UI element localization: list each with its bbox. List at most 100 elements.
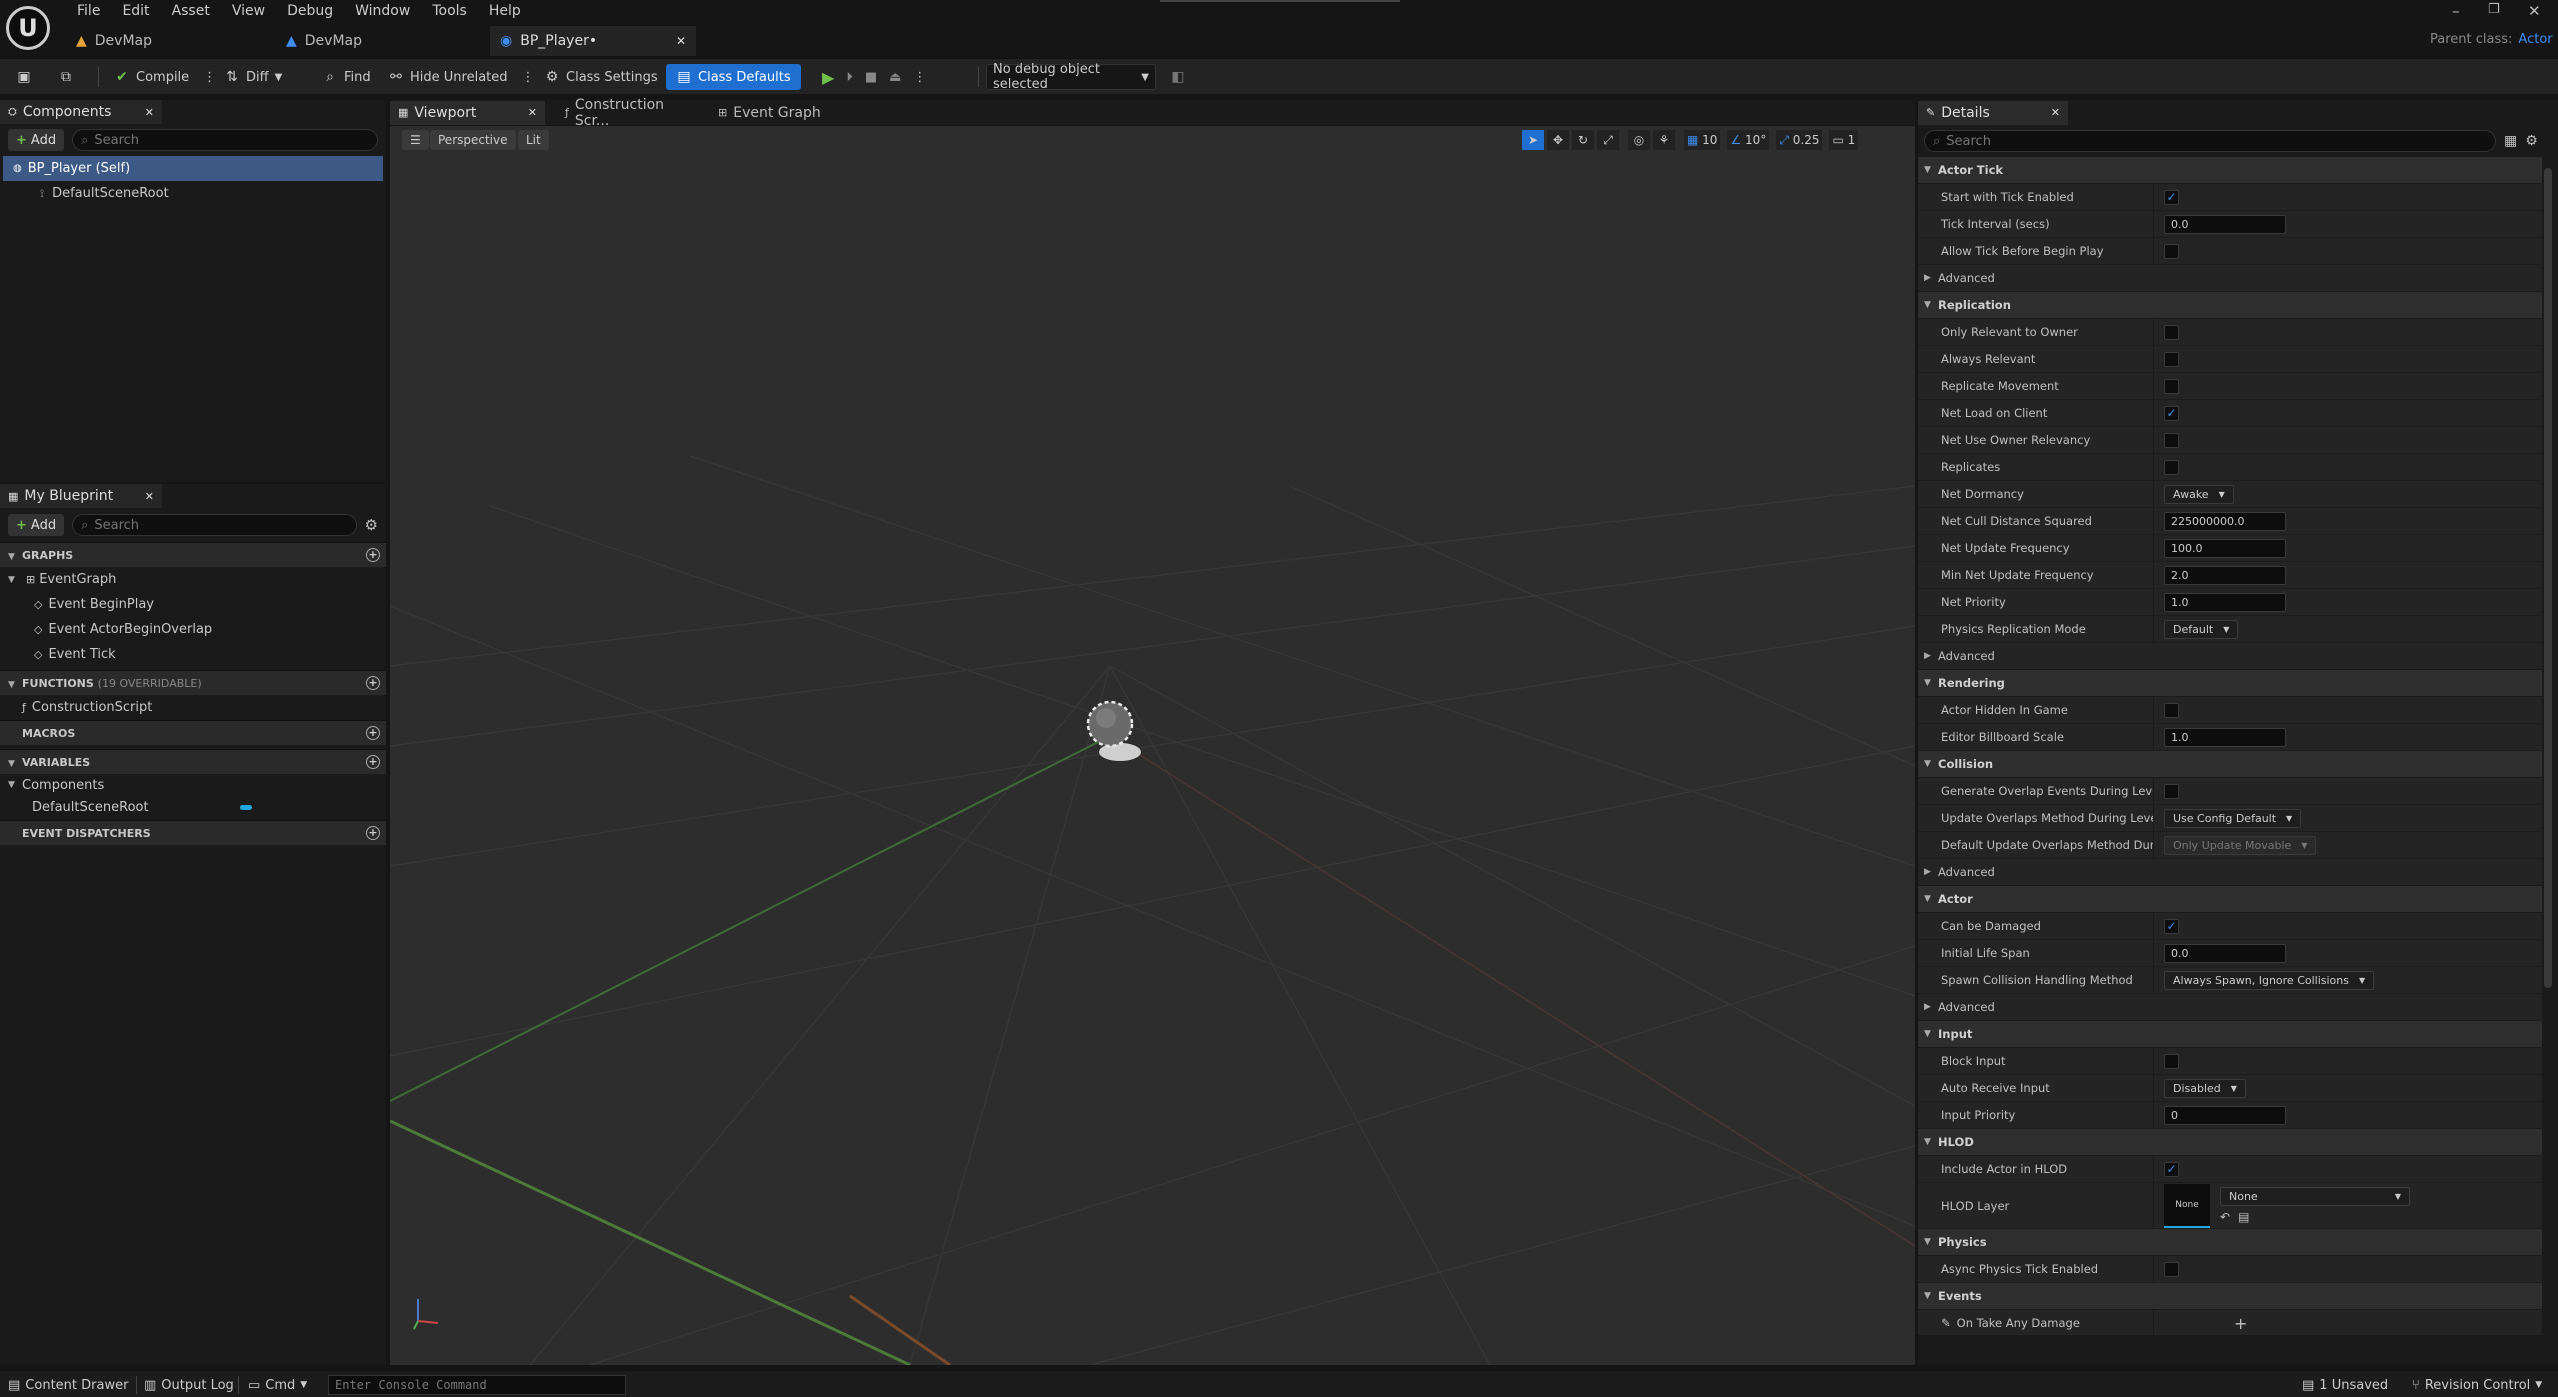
hide-options-icon[interactable]: ⋮ <box>522 70 535 85</box>
add-event-icon[interactable]: + <box>2234 1314 2247 1333</box>
category-events[interactable]: ▼ Events <box>1918 1283 2542 1310</box>
translate-tool-icon[interactable]: ✥ <box>1547 130 1569 150</box>
property-dropdown[interactable]: Always Spawn, Ignore Collisions ▼ <box>2164 970 2375 990</box>
play-icon[interactable]: ▶ <box>822 68 834 87</box>
menu-view[interactable]: View <box>221 0 276 22</box>
scale-snap-toggle[interactable]: ⤢ 0.25 <box>1776 130 1823 150</box>
viewport-menu-button[interactable]: ☰ <box>402 130 429 150</box>
property-checkbox[interactable] <box>2164 1053 2179 1069</box>
hlod-layer-dropdown[interactable]: None ▼ <box>2220 1187 2410 1206</box>
category-physics[interactable]: ▼ Physics <box>1918 1229 2542 1256</box>
variable-item[interactable]: DefaultSceneRoot <box>0 796 386 818</box>
console-input-wrap[interactable] <box>328 1375 626 1395</box>
step-icon[interactable]: ⏵ <box>846 70 853 85</box>
rotate-tool-icon[interactable]: ↻ <box>1572 130 1594 150</box>
component-item-root[interactable]: ⟟ DefaultSceneRoot <box>0 181 386 206</box>
debug-filter-button[interactable]: ◧ <box>1164 64 1192 90</box>
property-checkbox[interactable] <box>2164 432 2179 448</box>
property-dropdown[interactable]: Use Config Default ▼ <box>2164 808 2302 828</box>
menu-tools[interactable]: Tools <box>421 0 478 22</box>
menu-asset[interactable]: Asset <box>161 0 221 22</box>
property-dropdown[interactable]: Awake ▼ <box>2164 484 2234 504</box>
event-item[interactable]: ◇ Event BeginPlay <box>0 592 386 617</box>
details-search[interactable]: ⌕ <box>1924 130 2496 152</box>
property-number-input[interactable]: 0 <box>2164 1105 2286 1125</box>
property-number-input[interactable]: 1.0 <box>2164 592 2286 612</box>
menu-window[interactable]: Window <box>344 0 421 22</box>
doc-tab-bp-player[interactable]: ◉ BP_Player• ✕ <box>490 26 696 56</box>
viewport[interactable]: ☰ Perspective Lit ➤ ✥ ↻ ⤢ ◎ ⚘ ▦ 10 ∠ 10°… <box>390 126 1915 1365</box>
details-scrollbar[interactable] <box>2544 168 2552 988</box>
perspective-button[interactable]: Perspective <box>430 130 516 150</box>
diff-button[interactable]: ⇅ Diff ▼ <box>218 64 288 90</box>
advanced-toggle-actor[interactable]: ▶ Advanced <box>1918 994 2542 1021</box>
category-actor[interactable]: ▼ Actor <box>1918 886 2542 913</box>
advanced-toggle-actor-tick[interactable]: ▶ Advanced <box>1918 265 2542 292</box>
my-blueprint-search-input[interactable] <box>94 517 348 533</box>
close-icon[interactable]: ✕ <box>145 490 154 503</box>
parent-class-link[interactable]: Actor <box>2518 32 2552 47</box>
advanced-toggle-replication[interactable]: ▶ Advanced <box>1918 643 2542 670</box>
close-icon[interactable]: ✕ <box>145 106 154 119</box>
tab-viewport[interactable]: ▦ Viewport ✕ <box>390 100 545 125</box>
gear-icon[interactable]: ⚙ <box>2525 133 2538 149</box>
property-checkbox[interactable]: ✓ <box>2164 405 2179 421</box>
graphs-section-header[interactable]: ▼ GRAPHS + <box>0 542 386 567</box>
property-number-input[interactable]: 0.0 <box>2164 943 2286 963</box>
unreal-logo-icon[interactable]: U <box>6 6 50 50</box>
property-number-input[interactable]: 0.0 <box>2164 214 2286 234</box>
category-collision[interactable]: ▼ Collision <box>1918 751 2542 778</box>
menu-help[interactable]: Help <box>478 0 532 22</box>
eject-icon[interactable]: ⏏ <box>889 70 901 85</box>
details-tab[interactable]: ✎ Details ✕ <box>1918 100 2068 125</box>
add-dispatcher-icon[interactable]: + <box>366 826 380 840</box>
tab-construction-script[interactable]: ƒ Construction Scr... <box>545 97 710 129</box>
property-matrix-icon[interactable]: ▦ <box>2504 133 2517 149</box>
menu-file[interactable]: File <box>66 0 111 22</box>
class-defaults-button[interactable]: ▤ Class Defaults <box>666 64 801 90</box>
event-dispatchers-section-header[interactable]: EVENT DISPATCHERS + <box>0 820 386 845</box>
camera-speed-toggle[interactable]: ▭ 1 <box>1829 130 1859 150</box>
property-checkbox[interactable] <box>2164 702 2179 718</box>
event-item[interactable]: ◇ Event ActorBeginOverlap <box>0 617 386 642</box>
category-replication[interactable]: ▼ Replication <box>1918 292 2542 319</box>
compile-options-icon[interactable]: ⋮ <box>203 70 216 85</box>
grid-snap-toggle[interactable]: ▦ 10 <box>1684 130 1721 150</box>
doc-tab-devmap-1[interactable]: ▲ DevMap <box>66 26 276 56</box>
restore-icon[interactable]: ❐ <box>2488 2 2500 17</box>
scale-tool-icon[interactable]: ⤢ <box>1597 130 1619 150</box>
find-button[interactable]: ⌕ Find <box>316 64 377 90</box>
world-local-icon[interactable]: ◎ <box>1628 130 1650 150</box>
menu-edit[interactable]: Edit <box>111 0 160 22</box>
components-search-input[interactable] <box>94 132 369 148</box>
output-log-button[interactable]: ▥ Output Log <box>144 1375 234 1395</box>
menu-debug[interactable]: Debug <box>276 0 344 22</box>
close-icon[interactable]: ✕ <box>676 34 686 48</box>
lit-button[interactable]: Lit <box>518 130 549 150</box>
cmd-select[interactable]: ▭ Cmd ▼ <box>248 1375 307 1395</box>
details-search-input[interactable] <box>1946 133 2487 149</box>
components-search[interactable]: ⌕ <box>72 129 378 151</box>
add-function-icon[interactable]: + <box>366 676 380 690</box>
add-graph-icon[interactable]: + <box>366 548 380 562</box>
property-checkbox[interactable] <box>2164 378 2179 394</box>
save-button[interactable]: ▣ <box>10 64 38 90</box>
compile-button[interactable]: ✔ Compile ⋮ <box>108 64 222 90</box>
doc-tab-devmap-2[interactable]: ▲ DevMap <box>276 26 486 56</box>
actor-sphere-icon[interactable] <box>1086 696 1156 766</box>
category-rendering[interactable]: ▼ Rendering <box>1918 670 2542 697</box>
component-item-self[interactable]: ◍ BP_Player (Self) <box>3 156 383 181</box>
console-input[interactable] <box>335 1378 619 1392</box>
debug-object-select[interactable]: No debug object selected ▼ <box>986 62 1156 92</box>
category-actor-tick[interactable]: ▼ Actor Tick <box>1918 157 2542 184</box>
add-variable-icon[interactable]: + <box>366 755 380 769</box>
property-checkbox[interactable] <box>2164 243 2179 259</box>
variables-section-header[interactable]: ▼ VARIABLES + <box>0 749 386 774</box>
category-hlod[interactable]: ▼ HLOD <box>1918 1129 2542 1156</box>
property-dropdown[interactable]: Disabled ▼ <box>2164 1078 2246 1098</box>
content-drawer-button[interactable]: ▤ Content Drawer <box>8 1375 128 1395</box>
gear-icon[interactable]: ⚙ <box>365 516 378 534</box>
components-variable-group[interactable]: ▼ Components <box>0 774 386 796</box>
advanced-toggle-collision[interactable]: ▶ Advanced <box>1918 859 2542 886</box>
property-dropdown[interactable]: Default ▼ <box>2164 619 2239 639</box>
